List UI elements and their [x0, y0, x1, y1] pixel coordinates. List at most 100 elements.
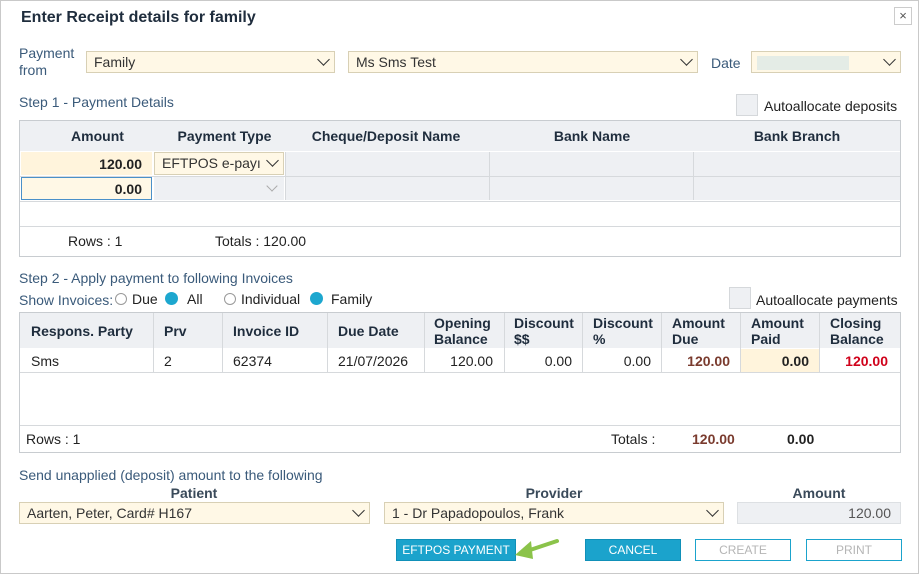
unapplied-amount-value: 120.00: [848, 505, 891, 521]
chevron-down-icon: [706, 504, 719, 517]
radio-due[interactable]: [115, 293, 127, 305]
payment-from-value: Family: [94, 54, 136, 70]
amount-value-2: 0.00: [114, 181, 142, 197]
col-amount-due: Amount Due: [672, 315, 725, 347]
row-discount: 0.00: [544, 353, 572, 369]
footer-divider: [20, 425, 900, 426]
row-due-date: 21/07/2026: [338, 353, 409, 369]
col-discount-amount: Discount $$: [514, 315, 574, 347]
row-divider: [20, 372, 900, 373]
col-discount-percent-line1: Discount: [593, 315, 653, 331]
provider-select[interactable]: 1 - Dr Papadopoulos, Frank: [384, 502, 724, 524]
chevron-down-icon: [317, 53, 330, 66]
footer-divider: [20, 226, 900, 227]
payment-type-select-1[interactable]: EFTPOS e-payı: [154, 152, 284, 175]
person-select[interactable]: Ms Sms Test: [348, 51, 698, 73]
step2-totals-label: Totals :: [611, 431, 656, 447]
step1-totals: Totals : 120.00: [215, 233, 307, 249]
row-closing-balance: 120.00: [845, 353, 888, 369]
row-divider: [20, 201, 900, 202]
chevron-down-icon: [266, 154, 279, 167]
col-opening-balance: Opening Balance: [434, 315, 491, 347]
col-discount-amount-line2: $$: [514, 331, 530, 347]
autoallocate-deposits-label: Autoallocate deposits: [764, 98, 898, 114]
person-value: Ms Sms Test: [356, 54, 436, 70]
col-payment-type: Payment Type: [177, 128, 272, 144]
row-amount-paid: 0.00: [781, 353, 809, 369]
col-divider: [285, 152, 286, 200]
col-divider: [489, 152, 490, 200]
invoices-grid: Respons. Party Prv Invoice ID Due Date O…: [19, 312, 901, 453]
autoallocate-payments-label: Autoallocate payments: [756, 292, 898, 308]
show-invoices-label: Show Invoices:: [19, 292, 114, 308]
step1-rows-count: Rows : 1: [68, 233, 123, 249]
col-invoice-id: Invoice ID: [233, 323, 300, 339]
payment-details-grid: Amount Payment Type Cheque/Deposit Name …: [19, 120, 901, 257]
eftpos-payment-button[interactable]: EFTPOS PAYMENT: [396, 539, 516, 561]
row-prv: 2: [164, 353, 172, 369]
col-amount-paid-line2: Paid: [751, 331, 781, 347]
radio-family[interactable]: [310, 292, 323, 305]
step2-title: Step 2 - Apply payment to following Invo…: [19, 270, 293, 286]
receipt-dialog: Enter Receipt details for family × Payme…: [0, 0, 919, 574]
print-button[interactable]: PRINT: [806, 539, 902, 561]
col-opening-balance-line1: Opening: [434, 315, 491, 331]
autoallocate-deposits-checkbox[interactable]: [736, 94, 758, 116]
payment-from-label: Payment from: [19, 45, 75, 78]
col-amount-paid: Amount Paid: [751, 315, 804, 347]
col-discount-percent: Discount %: [593, 315, 653, 347]
col-discount-amount-line1: Discount: [514, 315, 574, 331]
patient-label: Patient: [170, 485, 218, 501]
col-opening-balance-line2: Balance: [434, 331, 488, 347]
provider-label: Provider: [525, 485, 583, 501]
chevron-down-icon: [352, 504, 365, 517]
provider-value: 1 - Dr Papadopoulos, Frank: [392, 505, 564, 521]
col-prv: Prv: [164, 323, 187, 339]
col-divider: [327, 313, 328, 373]
chevron-down-icon: [680, 53, 693, 66]
radio-family-label: Family: [331, 291, 373, 307]
col-amount: Amount: [71, 128, 124, 144]
col-bank-name: Bank Name: [553, 128, 631, 144]
total-amount-paid: 0.00: [787, 431, 815, 447]
radio-all-label: All: [187, 291, 203, 307]
col-closing-balance-line2: Balance: [830, 331, 884, 347]
arrow-pointer-icon: [515, 539, 559, 559]
date-label: Date: [711, 55, 741, 71]
payment-type-value-1: EFTPOS e-payı: [162, 155, 261, 171]
patient-value: Aarten, Peter, Card# H167: [27, 505, 192, 521]
close-icon[interactable]: ×: [894, 7, 912, 25]
total-amount-due: 120.00: [692, 431, 735, 447]
step2-rows-count: Rows : 1: [26, 431, 81, 447]
radio-individual[interactable]: [224, 293, 236, 305]
date-select[interactable]: [751, 51, 901, 73]
patient-select[interactable]: Aarten, Peter, Card# H167: [19, 502, 370, 524]
payment-from-select[interactable]: Family: [86, 51, 335, 73]
autoallocate-payments-checkbox[interactable]: [729, 287, 751, 309]
date-redacted-block: [757, 56, 849, 70]
radio-all[interactable]: [165, 292, 178, 305]
col-closing-balance-line1: Closing: [830, 315, 882, 331]
col-divider: [222, 313, 223, 373]
payment-type-select-2[interactable]: [154, 177, 284, 200]
step1-title: Step 1 - Payment Details: [19, 94, 174, 110]
amount-value-1: 120.00: [99, 156, 142, 172]
row-amount-due: 120.00: [687, 353, 730, 369]
row-invoice-id: 62374: [233, 353, 272, 369]
cancel-button[interactable]: CANCEL: [585, 539, 681, 561]
col-responsible-party: Respons. Party: [31, 323, 133, 339]
col-due-date: Due Date: [338, 323, 399, 339]
row-opening-balance: 120.00: [450, 353, 493, 369]
col-closing-balance: Closing Balance: [830, 315, 884, 347]
col-divider: [153, 313, 154, 373]
row-party: Sms: [31, 353, 59, 369]
dialog-title: Enter Receipt details for family: [21, 9, 256, 26]
amount-label: Amount: [792, 485, 846, 501]
create-button[interactable]: CREATE: [695, 539, 791, 561]
col-amount-due-line1: Amount: [672, 315, 725, 331]
chevron-down-icon: [266, 180, 278, 192]
row-discount-percent: 0.00: [623, 353, 651, 369]
radio-individual-label: Individual: [241, 291, 301, 307]
col-amount-due-line2: Due: [672, 331, 699, 347]
col-discount-percent-line2: %: [593, 331, 606, 347]
